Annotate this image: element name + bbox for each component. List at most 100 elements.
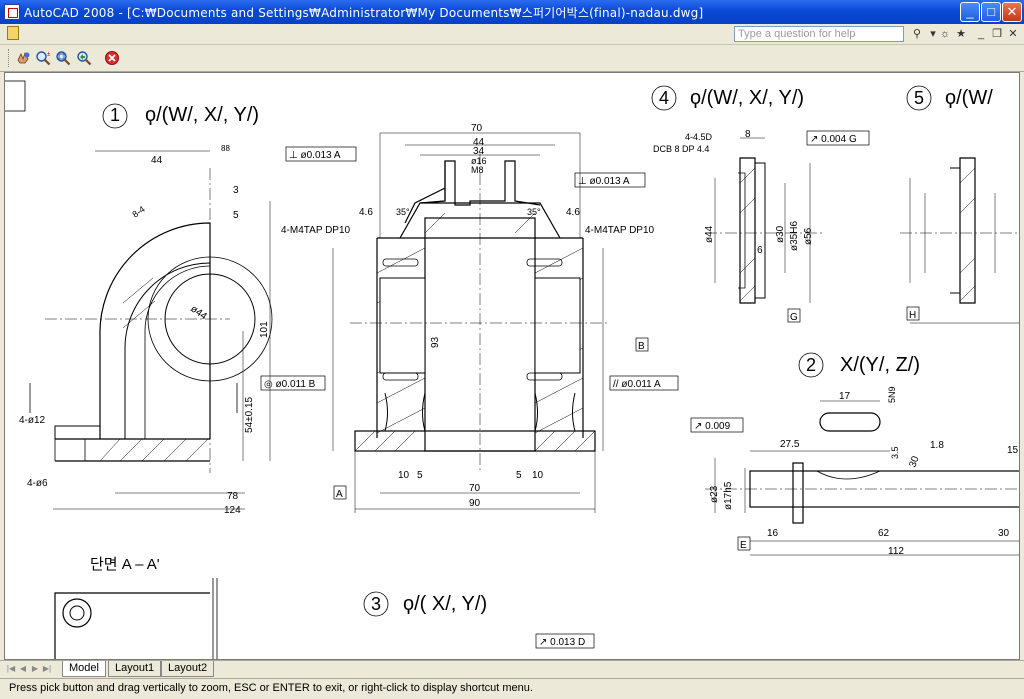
window-title: AutoCAD 2008 - [C:₩Documents and Setting… <box>24 6 704 20</box>
dim-70-top: 70 <box>471 123 483 134</box>
doc-close-button[interactable]: ✕ <box>1006 27 1020 41</box>
dim-8-view4: 8 <box>745 129 751 140</box>
doc-restore-button[interactable]: ❐ <box>990 27 1004 41</box>
left-edge-box <box>5 80 26 112</box>
svg-text:±: ± <box>47 52 51 58</box>
dim-10-left: 10 <box>398 470 410 481</box>
close-window-button[interactable]: ✕ <box>1002 2 1022 22</box>
dim-35deg-right: 35° <box>527 207 541 217</box>
view1-number: 1 <box>110 105 120 125</box>
favorites-star-icon[interactable]: ★ <box>954 27 968 41</box>
search-help-icon[interactable]: ⚲ <box>910 27 924 41</box>
tab-model[interactable]: Model <box>62 661 106 677</box>
dim-4-phi6: 4-ø6 <box>27 478 48 489</box>
dim-62: 62 <box>878 528 890 539</box>
dim-4-6-left: 4.6 <box>359 207 373 218</box>
dim-16: 16 <box>767 528 779 539</box>
datum-a: A <box>336 489 343 500</box>
menu-bar: Type a question for help ⚲ ▾ ☼ ★ _ ❐ ✕ <box>0 24 1024 45</box>
dim-phi56: ø56 <box>803 227 814 245</box>
dim-17: 17 <box>839 391 851 402</box>
dim-88: 88 <box>221 144 230 153</box>
doc-minimize-button[interactable]: _ <box>974 27 988 41</box>
dim-30-right: 30 <box>998 528 1010 539</box>
dim-5-right: 5 <box>516 470 522 481</box>
view5-surface-symbol: ϙ/(W/ <box>945 87 993 109</box>
dim-phi17h5: ø17h5 <box>723 481 734 510</box>
dim-5: 5 <box>233 210 239 221</box>
zoom-realtime-icon[interactable]: ± <box>35 50 51 66</box>
section-label: 단면 A – A' <box>90 556 160 573</box>
dim-5-left: 5 <box>417 470 423 481</box>
last-tab-button[interactable]: ▶| <box>42 663 52 675</box>
dim-4-phi12: 4-ø12 <box>19 415 46 426</box>
section-a-view <box>54 578 218 659</box>
perp-tolerance-a2: ⊥ ø0.013 A <box>578 176 630 187</box>
view5-number: 5 <box>914 88 924 108</box>
dim-78: 78 <box>227 491 239 502</box>
datum-b: B <box>638 341 645 352</box>
dim-30: 30 <box>907 454 921 469</box>
hole-note: 4-4.5D <box>685 132 713 142</box>
next-tab-button[interactable]: ▶ <box>30 663 40 675</box>
drawing-canvas[interactable]: 1 ϙ/(W/, X/, Y/) 4 ϙ/(W/, X/, Y/) 5 ϙ/(W… <box>4 72 1020 660</box>
datum-h: H <box>909 310 916 321</box>
perp-tolerance-a: ⊥ ø0.013 A <box>289 150 341 161</box>
zoom-window-icon[interactable] <box>55 50 71 66</box>
view1-housing <box>29 150 273 510</box>
dim-70-bottom: 70 <box>469 483 481 494</box>
view4-surface-symbol: ϙ/(W/, X/, Y/) <box>690 87 804 109</box>
runout-tolerance-g: ↗ 0.004 G <box>810 134 857 145</box>
tap-note-right: 4-M4TAP DP10 <box>585 225 655 236</box>
help-search-input[interactable]: Type a question for help <box>734 26 904 42</box>
communication-center-icon[interactable]: ☼ <box>938 27 952 41</box>
view2-number: 2 <box>806 355 816 375</box>
parallel-tolerance-a: // ø0.011 A <box>613 379 661 390</box>
dim-6: 6 <box>757 245 763 256</box>
autocad-app-icon[interactable] <box>4 4 20 20</box>
close-icon[interactable] <box>104 50 120 66</box>
view5-cover <box>900 157 1019 324</box>
view4-number: 4 <box>659 88 669 108</box>
dim-phi44-view4: ø44 <box>704 225 715 243</box>
zoom-previous-icon[interactable] <box>76 50 92 66</box>
zoom-toolbar: ± <box>0 45 1024 72</box>
document-icon[interactable] <box>7 26 19 40</box>
main-section-view <box>332 132 610 513</box>
dim-35deg-left: 35° <box>396 207 410 217</box>
pan-realtime-icon[interactable] <box>15 50 31 66</box>
dim-phi35h6: ø35H6 <box>789 221 800 251</box>
dim-3-5: 3.5 <box>890 446 900 459</box>
dim-8-4: 8-4 <box>130 204 146 220</box>
datum-e: E <box>740 540 747 551</box>
tab-layout1[interactable]: Layout1 <box>108 661 162 677</box>
dim-44-left: 44 <box>151 155 163 166</box>
cad-drawing[interactable]: 1 ϙ/(W/, X/, Y/) 4 ϙ/(W/, X/, Y/) 5 ϙ/(W… <box>5 73 1020 660</box>
dim-93: 93 <box>430 336 441 348</box>
counterbore-note: DCB 8 DP 4.4 <box>653 144 709 154</box>
dim-112: 112 <box>888 546 904 557</box>
tap-note-left: 4-M4TAP DP10 <box>281 225 351 236</box>
view3-number: 3 <box>371 594 381 614</box>
dim-m8: M8 <box>471 165 484 175</box>
dim-90: 90 <box>469 498 481 509</box>
dim-1-8: 1.8 <box>930 440 944 451</box>
maximize-button[interactable]: □ <box>981 2 1001 22</box>
runout-tolerance-d: ↗ 0.013 D <box>539 637 585 648</box>
tab-layout2[interactable]: Layout2 <box>161 661 215 677</box>
prev-tab-button[interactable]: ◀ <box>18 663 28 675</box>
title-bar: AutoCAD 2008 - [C:₩Documents and Setting… <box>0 0 1024 24</box>
dim-5n9: 5N9 <box>887 386 897 403</box>
view2-shaft <box>705 400 1019 556</box>
view3-surface-symbol: ϙ/( X/, Y/) <box>403 593 487 615</box>
dim-10-right: 10 <box>532 470 544 481</box>
dim-124: 124 <box>224 505 241 516</box>
layout-tab-bar: |◀ ◀ ▶ ▶| Model Layout1 Layout2 <box>0 660 1024 679</box>
toolbar-grip[interactable] <box>8 49 12 67</box>
dim-phi23: ø23 <box>709 485 720 503</box>
dim-15: 15 <box>1007 445 1019 456</box>
dim-phi44: ø44 <box>188 303 209 322</box>
minimize-button[interactable]: _ <box>960 2 980 22</box>
datum-g: G <box>790 312 798 323</box>
first-tab-button[interactable]: |◀ <box>6 663 16 675</box>
